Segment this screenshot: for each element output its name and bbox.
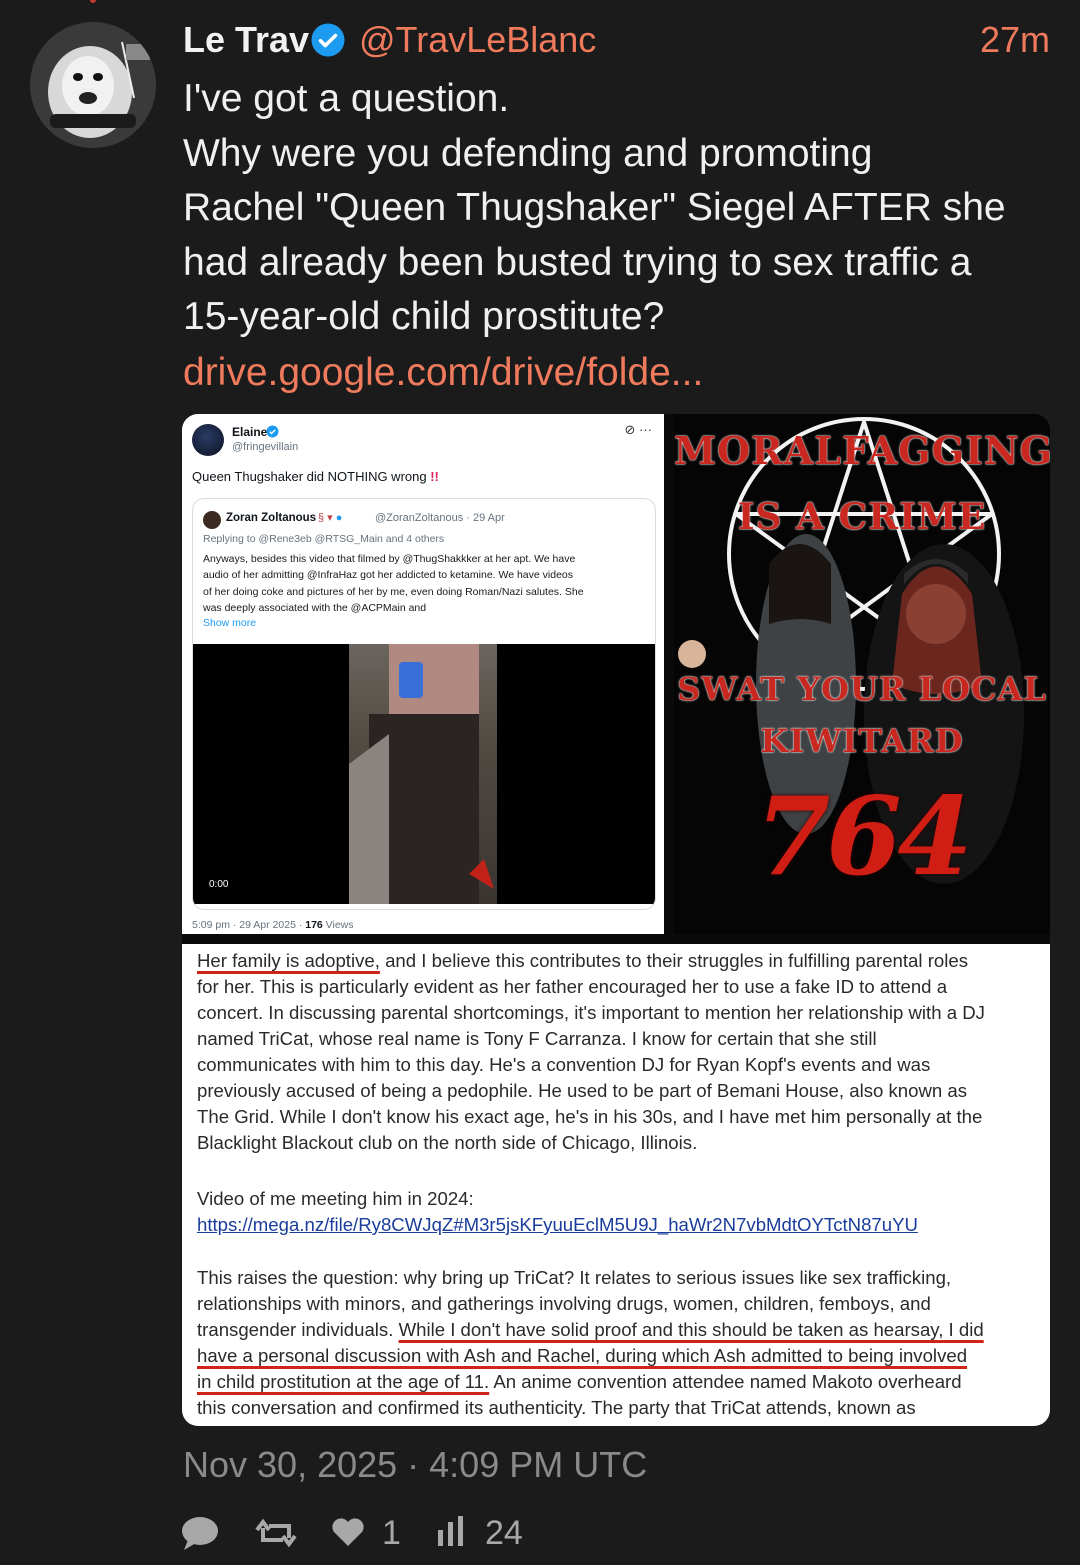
doc-line: concert. In discussing parental shortcom… — [197, 1002, 985, 1023]
heart-icon — [332, 1518, 364, 1546]
reply-icon — [182, 1517, 218, 1550]
document-excerpt[interactable]: Her family is adoptive, and I believe th… — [182, 944, 1050, 1426]
doc-video-link[interactable]: https://mega.nz/file/Ry8CWJqZ#M3r5jsKFyu… — [197, 1212, 918, 1238]
doc-line: The Grid. While I don't know his exact a… — [197, 1106, 983, 1127]
notification-dot — [90, 0, 96, 3]
author-handle[interactable]: @TravLeBlanc — [359, 18, 596, 62]
quoted-body-line: Anyways, besides this video that filmed … — [203, 553, 576, 565]
stats-views: 176 — [305, 919, 323, 931]
views-button[interactable] — [436, 1510, 466, 1556]
quoted-body: Anyways, besides this video that filmed … — [203, 551, 649, 616]
video-timestamp: 0:00 — [209, 879, 229, 890]
doc-line: Her family is adoptive, and I believe th… — [197, 948, 968, 974]
author-name[interactable]: Le Trav — [183, 18, 309, 62]
embedded-handle: @fringevillain — [232, 441, 299, 453]
tweet-text-line: I've got a question. — [183, 77, 510, 120]
doc-line: named TriCat, whose real name is Tony F … — [197, 1028, 877, 1049]
embedded-text: Queen Thugshaker did NOTHING wrong — [192, 469, 427, 484]
reply-button[interactable] — [180, 1510, 220, 1556]
views-count: 24 — [485, 1514, 523, 1552]
quoted-author-name: Zoran Zoltanous — [226, 512, 317, 524]
poster-line-3: SWAT YOUR LOCAL — [677, 670, 1047, 708]
doc-text: and I believe this contributes to their … — [379, 950, 968, 971]
doc-line: transgender individuals. While I don't h… — [197, 1317, 984, 1343]
post-timestamp[interactable]: Nov 30, 2025 · 4:09 PM UTC — [183, 1440, 647, 1490]
author-avatar[interactable] — [30, 22, 156, 148]
dog-avatar-icon — [30, 22, 156, 148]
quoted-body-line: audio of her admitting @InfraHaz got her… — [203, 569, 574, 582]
tweet-text: I've got a question. Why were you defend… — [183, 72, 1053, 345]
tweet-time[interactable]: 27m — [980, 18, 1050, 62]
poster-line-2: IS A CRIME — [737, 496, 987, 538]
emoji-icons: § ▾ ● — [318, 512, 343, 524]
tweet-text-line: 15-year-old child prostitute? — [183, 295, 665, 338]
tweet-media[interactable]: Elaine @fringevillain ⊘ ··· Queen Thugsh… — [182, 414, 1050, 1426]
tweet-link[interactable]: drive.google.com/drive/folde... — [183, 346, 703, 400]
tweet-text-line: Why were you defending and promoting — [183, 131, 873, 175]
doc-line: have a personal discussion with Ash and … — [197, 1343, 967, 1369]
like-button[interactable] — [330, 1510, 366, 1556]
verified-badge-icon — [311, 23, 345, 57]
doc-line: relationships with minors, and gathering… — [197, 1293, 931, 1314]
quoted-tweet: Zoran Zoltanous § ▾ ● @ZoranZoltanous · … — [192, 498, 656, 910]
poster-number: 764 — [755, 774, 972, 900]
quoted-handle-date: @ZoranZoltanous · 29 Apr — [375, 512, 505, 524]
poster-line-4: KIWITARD — [760, 722, 964, 760]
doc-line: this conversation and confirmed its auth… — [197, 1397, 916, 1418]
stats-label: Views — [322, 919, 354, 931]
quoted-body-line: of her doing coke and pictures of her by… — [203, 585, 584, 598]
embedded-more-icon: ⊘ ··· — [624, 422, 653, 437]
double-exclamation-icon: !! — [430, 469, 439, 484]
doc-line: in child prostitution at the age of 11. … — [197, 1369, 962, 1395]
doc-text: transgender individuals. — [197, 1319, 399, 1340]
retweet-icon — [255, 1518, 297, 1548]
tweet-text-line: Rachel "Queen Thugshaker" Siegel AFTER s… — [183, 186, 1006, 229]
doc-underlined: have a personal discussion with Ash and … — [197, 1345, 968, 1366]
quoted-replying-to: Replying to @Rene3eb @RTSG_Main and 4 ot… — [203, 533, 445, 545]
quoted-body-line: was deeply associated with the @ACPMain … — [203, 601, 427, 614]
doc-line: communicates with him to this day. He's … — [197, 1054, 931, 1075]
show-more-link: Show more — [203, 617, 257, 629]
tweet-text-line: had already been busted trying to sex tr… — [183, 240, 972, 284]
quoted-video: 0:00 — [193, 644, 655, 904]
doc-line: This raises the question: why bring up T… — [197, 1267, 952, 1288]
embedded-stats: 5:09 pm · 29 Apr 2025 · 176 Views — [192, 919, 354, 931]
quoted-avatar — [203, 511, 221, 529]
embedded-author-name: Elaine — [232, 425, 268, 439]
doc-text: An anime convention attendee named Makot… — [489, 1371, 962, 1392]
embedded-tweet-text: Queen Thugshaker did NOTHING wrong !! — [192, 469, 439, 484]
tweet-header: Le Trav @TravLeBlanc 27m — [183, 18, 1050, 62]
like-count: 1 — [382, 1514, 401, 1552]
meme-poster[interactable]: MORALFAGGING IS A CRIME SWAT YOUR LOCAL … — [674, 414, 1050, 934]
poster-line-1: MORALFAGGING — [674, 428, 1050, 473]
stats-time: 5:09 pm · 29 Apr 2025 · — [192, 919, 306, 931]
embedded-tweet-screenshot[interactable]: Elaine @fringevillain ⊘ ··· Queen Thugsh… — [182, 414, 664, 934]
doc-underlined: Her family is adoptive, — [197, 950, 380, 971]
doc-line: for her. This is particularly evident as… — [197, 976, 948, 997]
embedded-avatar — [192, 424, 224, 456]
video-frame — [349, 644, 497, 904]
views-bar-chart-icon — [438, 1516, 463, 1546]
embedded-verified-icon — [266, 425, 279, 438]
retweet-button[interactable] — [255, 1510, 297, 1556]
video-person-image — [349, 644, 494, 904]
doc-video-label: Video of me meeting him in 2024: — [197, 1188, 474, 1209]
doc-line: previously accused of being a pedophile.… — [197, 1080, 968, 1101]
doc-underlined: in child prostitution at the age of 11. — [197, 1371, 490, 1392]
doc-line: Blacklight Blackout club on the north si… — [197, 1132, 698, 1153]
doc-underlined: While I don't have solid proof and this … — [398, 1319, 984, 1340]
